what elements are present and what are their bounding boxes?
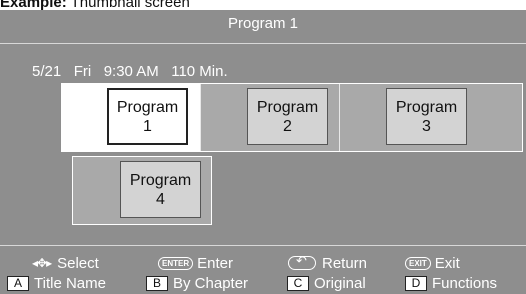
return-button-icon	[288, 253, 316, 270]
thumbnail-label: Program	[116, 98, 179, 116]
help-row-2: A Title Name B By Chapter C Original D F…	[0, 274, 526, 292]
d-button-icon: D	[405, 275, 427, 291]
c-button-icon: C	[287, 275, 309, 291]
help-by-chapter-label: By Chapter	[173, 274, 249, 292]
thumbnail-program-4[interactable]: Program 4	[120, 161, 201, 218]
thumbnail-row-1: Program 1 Program 2 Program 3	[61, 83, 523, 152]
enter-button-icon: ENTER	[158, 256, 194, 270]
program-info: 5/21 Fri 9:30 AM 110 Min.	[32, 63, 228, 80]
help-functions: D Functions	[405, 274, 497, 292]
b-button-icon: B	[146, 275, 168, 291]
thumbnail-label: Program	[256, 98, 319, 116]
thumbnail-program-1[interactable]: Program 1	[107, 88, 188, 145]
help-exit: EXIT Exit	[405, 254, 460, 272]
help-enter-label: Enter	[197, 254, 233, 272]
thumbnail-number: 4	[156, 190, 165, 208]
thumbnail-label: Program	[129, 171, 192, 189]
thumbnail-number: 3	[422, 117, 431, 135]
help-row-1: ◂✥▸ Select ENTER Enter Return EXIT Exit	[0, 253, 526, 272]
thumbnail-row-2: Program 4	[72, 156, 212, 225]
title-divider	[0, 43, 526, 44]
thumbnail-number: 1	[143, 117, 152, 135]
thumbnail-screen: Program 1 5/21 Fri 9:30 AM 110 Min. Prog…	[0, 10, 526, 294]
help-return-label: Return	[322, 254, 368, 272]
caption: Example: Thumbnail screen	[0, 0, 190, 10]
thumbnail-label: Program	[395, 98, 458, 116]
help-enter: ENTER Enter	[158, 254, 233, 272]
cell-divider	[200, 84, 201, 151]
screen-title: Program 1	[227, 15, 299, 32]
help-return: Return	[288, 253, 368, 272]
help-title-name-label: Title Name	[34, 274, 106, 292]
help-original-label: Original	[314, 274, 366, 292]
help-exit-label: Exit	[434, 254, 460, 272]
help-functions-label: Functions	[432, 274, 498, 292]
a-button-icon: A	[7, 275, 29, 291]
thumbnail-program-2[interactable]: Program 2	[247, 88, 328, 145]
help-select: ◂✥▸ Select	[32, 254, 99, 272]
help-original: C Original	[287, 274, 366, 292]
help-select-label: Select	[57, 254, 99, 272]
cell-divider	[339, 84, 340, 151]
help-by-chapter: B By Chapter	[146, 274, 248, 292]
help-title-name: A Title Name	[7, 274, 106, 292]
up-down-left-right-arrows-icon: ◂✥▸	[32, 256, 52, 270]
exit-button-icon: EXIT	[405, 256, 431, 270]
thumbnail-number: 2	[283, 117, 292, 135]
thumbnail-program-3[interactable]: Program 3	[386, 88, 467, 145]
help-divider	[0, 245, 526, 246]
